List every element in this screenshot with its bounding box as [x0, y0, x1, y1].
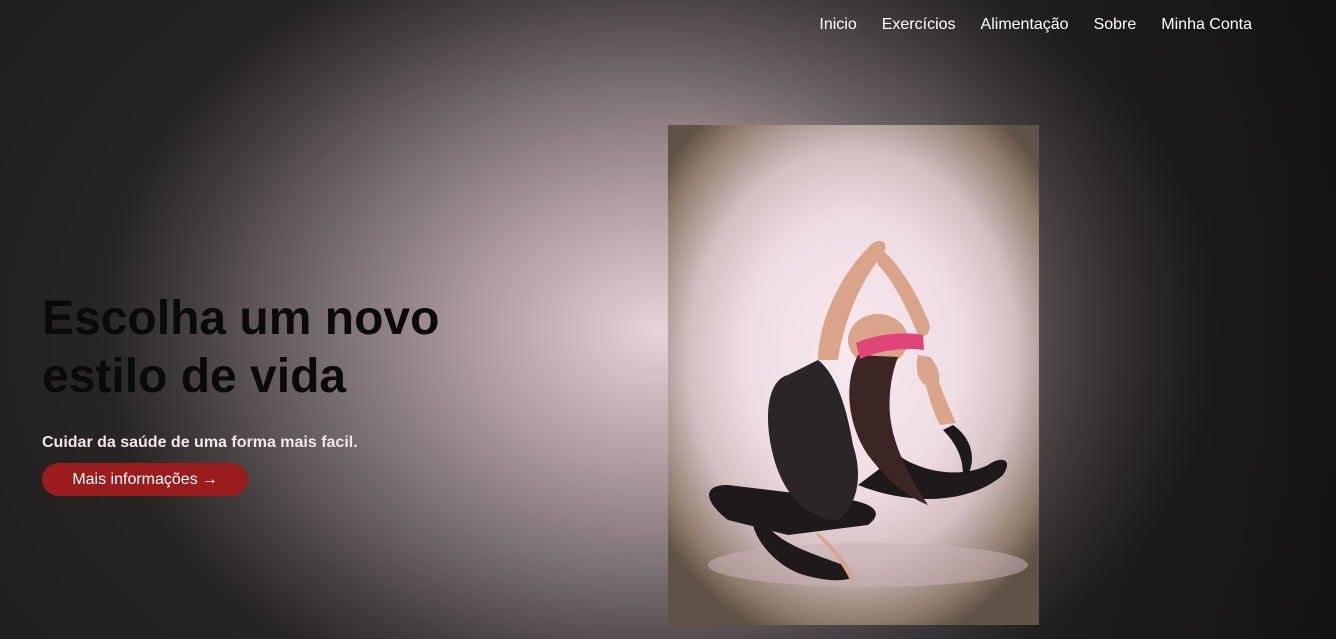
yoga-photo [668, 125, 1039, 625]
arrow-right-icon: → [201, 470, 218, 488]
hero-title: Escolha um novo estilo de vida [42, 292, 440, 403]
more-info-button-label: Mais informações [72, 470, 198, 488]
hero-subtitle: Cuidar da saúde de uma forma mais facil. [42, 434, 358, 451]
nav-link-inicio[interactable]: Inicio [819, 16, 856, 34]
nav-link-sobre[interactable]: Sobre [1094, 16, 1137, 34]
more-info-button[interactable]: Mais informações → [42, 463, 248, 496]
main-nav: Inicio Exercícios Alimentação Sobre Minh… [819, 16, 1252, 34]
yoga-pose-illustration [708, 240, 1028, 587]
nav-link-exercicios[interactable]: Exercícios [882, 16, 956, 34]
nav-link-alimentacao[interactable]: Alimentação [981, 16, 1069, 34]
nav-link-minha-conta[interactable]: Minha Conta [1161, 16, 1252, 34]
